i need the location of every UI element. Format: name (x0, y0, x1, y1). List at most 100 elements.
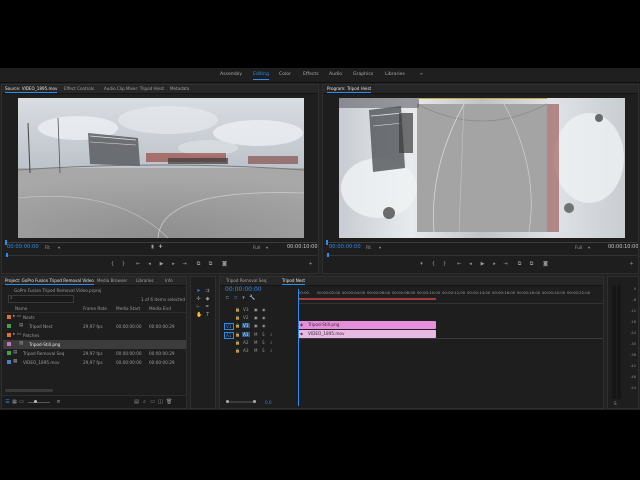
source-fit-chevron-icon[interactable]: ▾ (58, 245, 60, 250)
timeline-timecode[interactable]: 00:00:00:00 (225, 287, 262, 293)
source-settings-icon[interactable]: ✚ (158, 245, 163, 250)
track-lock-icon[interactable]: 🔒 (235, 348, 240, 353)
clip-tripod-still[interactable]: Tripod-Still.png ◆ (298, 321, 436, 329)
zoom-slider-handle[interactable] (34, 400, 37, 403)
toggle-output-icon[interactable]: ◉ (262, 307, 266, 312)
workspace-color[interactable]: Color (279, 72, 291, 77)
track-lock-icon[interactable]: 🔒 (235, 307, 240, 312)
slip-tool-icon[interactable]: ⊢ (196, 305, 201, 310)
project-horizontal-scrollbar[interactable] (5, 389, 53, 392)
track-name[interactable]: A2 (242, 340, 250, 345)
sort-icon[interactable]: ≡ (56, 400, 61, 405)
track-name[interactable]: V3 (242, 307, 250, 312)
source-patch[interactable]: V1 (224, 323, 234, 330)
solo-icon[interactable]: S (262, 348, 265, 353)
new-bin-icon[interactable]: ▭ (150, 400, 155, 405)
source-go-to-in-icon[interactable]: ⇤ (136, 262, 141, 267)
clear-icon[interactable]: 🗑 (166, 400, 172, 405)
track-name[interactable]: A1 (242, 332, 250, 337)
label-color-swatch[interactable] (7, 351, 11, 355)
source-mini-timeline[interactable] (5, 255, 317, 256)
tab-media-browser[interactable]: Media Browser (97, 278, 127, 283)
workspace-libraries[interactable]: Libraries (385, 72, 405, 77)
timeline-settings-icon[interactable]: 🔧 (249, 296, 255, 301)
mute-icon[interactable]: M (254, 348, 257, 353)
program-quality-chevron-icon[interactable]: ▾ (588, 245, 590, 250)
label-color-swatch[interactable] (7, 333, 11, 337)
tab-info[interactable]: Info (165, 278, 173, 283)
track-lock-icon[interactable]: 🔒 (235, 315, 240, 320)
program-button-editor-icon[interactable]: + (629, 262, 634, 267)
workspace-editing[interactable]: Editing (253, 72, 269, 80)
source-marker-icon[interactable]: ▮ (150, 245, 155, 250)
timeline-ruler[interactable]: 00:00 00:00:02:00 00:00:04:00 00:00:06:00 00… (298, 289, 603, 304)
sync-lock-icon[interactable]: ▣ (254, 315, 258, 320)
project-row[interactable]: ▤ Tripod Nest 29,97 fps 00:00:00:00 00:00:00… (3, 322, 186, 331)
project-row[interactable]: ▨ Tripod-Still.png (3, 340, 186, 349)
pen-tool-icon[interactable]: ✒ (205, 305, 210, 310)
program-playhead[interactable] (326, 240, 328, 245)
new-item-icon[interactable]: ◫ (158, 400, 163, 405)
program-timecode[interactable]: 00:00:00:00 (329, 244, 361, 250)
label-color-swatch[interactable] (7, 342, 11, 346)
zoom-handle-left[interactable] (226, 400, 229, 403)
freeform-view-icon[interactable]: ▭ (19, 400, 24, 405)
track-lock-icon[interactable]: 🔒 (235, 340, 240, 345)
column-media-end[interactable]: Media End (149, 306, 171, 311)
source-insert-icon[interactable]: ⧉ (196, 262, 201, 267)
timeline-playhead[interactable] (298, 289, 299, 406)
label-color-swatch[interactable] (7, 360, 11, 364)
snap-icon[interactable]: ⊂ (225, 296, 230, 301)
tab-audio-clip-mixer[interactable]: Audio Clip Mixer: Tripod Heist (104, 86, 164, 91)
column-frame-rate[interactable]: Frame Rate (83, 306, 107, 311)
voiceover-record-icon[interactable]: ♪ (270, 340, 273, 345)
hand-tool-icon[interactable]: ✋ (196, 313, 202, 318)
project-row[interactable]: ▦ VIDEO_1895.mov 29,97 fps 00:00:00:00 00:00… (3, 358, 186, 367)
program-marker-icon[interactable]: ▾ (419, 262, 424, 267)
sync-lock-icon[interactable]: ▣ (254, 323, 258, 328)
tab-project[interactable]: Project: GoPro Fusion Tripod Removal Vid… (5, 278, 94, 285)
program-fit-dropdown[interactable]: Fit (366, 245, 371, 250)
track-name[interactable]: V2 (242, 315, 250, 320)
sync-lock-icon[interactable]: ▣ (254, 307, 258, 312)
source-fit-dropdown[interactable]: Fit (45, 245, 50, 250)
toggle-output-icon[interactable]: ◉ (262, 315, 266, 320)
program-play-icon[interactable]: ▶ (480, 262, 485, 267)
program-extract-icon[interactable]: ⧉ (529, 262, 534, 267)
source-step-back-icon[interactable]: ◂ (147, 262, 152, 267)
icon-view-icon[interactable]: ▦ (12, 400, 17, 405)
program-mini-timeline[interactable] (326, 255, 637, 256)
workspace-audio[interactable]: Audio (329, 72, 342, 77)
program-step-forward-icon[interactable]: ▸ (492, 262, 497, 267)
program-mark-in-icon[interactable]: { (431, 262, 436, 267)
tab-tripod-nest[interactable]: Tripod Nest (282, 278, 306, 285)
source-mini-playhead[interactable] (6, 253, 8, 257)
program-quality-dropdown[interactable]: Full (575, 245, 582, 250)
find-icon[interactable]: ⌕ (142, 400, 147, 405)
type-tool-icon[interactable]: T (205, 313, 210, 318)
solo-icon[interactable]: S (262, 340, 265, 345)
tab-libraries[interactable]: Libraries (136, 278, 154, 283)
workspace-overflow-icon[interactable]: » (420, 72, 423, 77)
program-scrubber-track[interactable] (326, 242, 637, 243)
project-row[interactable]: ▤ Tripod Removal Seq 29,97 fps 00:00:00:00 0… (3, 349, 186, 358)
razor-tool-icon[interactable]: ◆ (205, 297, 210, 302)
source-button-editor-icon[interactable]: + (308, 262, 313, 267)
solo-button[interactable]: S (614, 401, 617, 406)
toggle-output-icon[interactable]: ◉ (262, 323, 266, 328)
source-mark-in-icon[interactable]: { (110, 262, 115, 267)
workspace-assembly[interactable]: Assembly (220, 72, 242, 77)
program-step-back-icon[interactable]: ◂ (468, 262, 473, 267)
zoom-handle-right[interactable] (253, 400, 256, 403)
tab-program[interactable]: Program: Tripod Heist (327, 86, 372, 93)
mute-icon[interactable]: M (254, 332, 257, 337)
work-area-bar[interactable] (298, 298, 436, 300)
track-name[interactable]: V1 (242, 323, 250, 328)
program-lift-icon[interactable]: ⧉ (517, 262, 522, 267)
program-go-to-out-icon[interactable]: ⇥ (503, 262, 508, 267)
track-area[interactable]: Tripod-Still.png ◆ VIDEO_1895.mov ◆ (298, 289, 603, 406)
source-play-icon[interactable]: ▶ (159, 262, 164, 267)
list-view-icon[interactable]: ☰ (5, 400, 10, 405)
voiceover-record-icon[interactable]: ♪ (270, 348, 273, 353)
source-overwrite-icon[interactable]: ⧉ (208, 262, 213, 267)
